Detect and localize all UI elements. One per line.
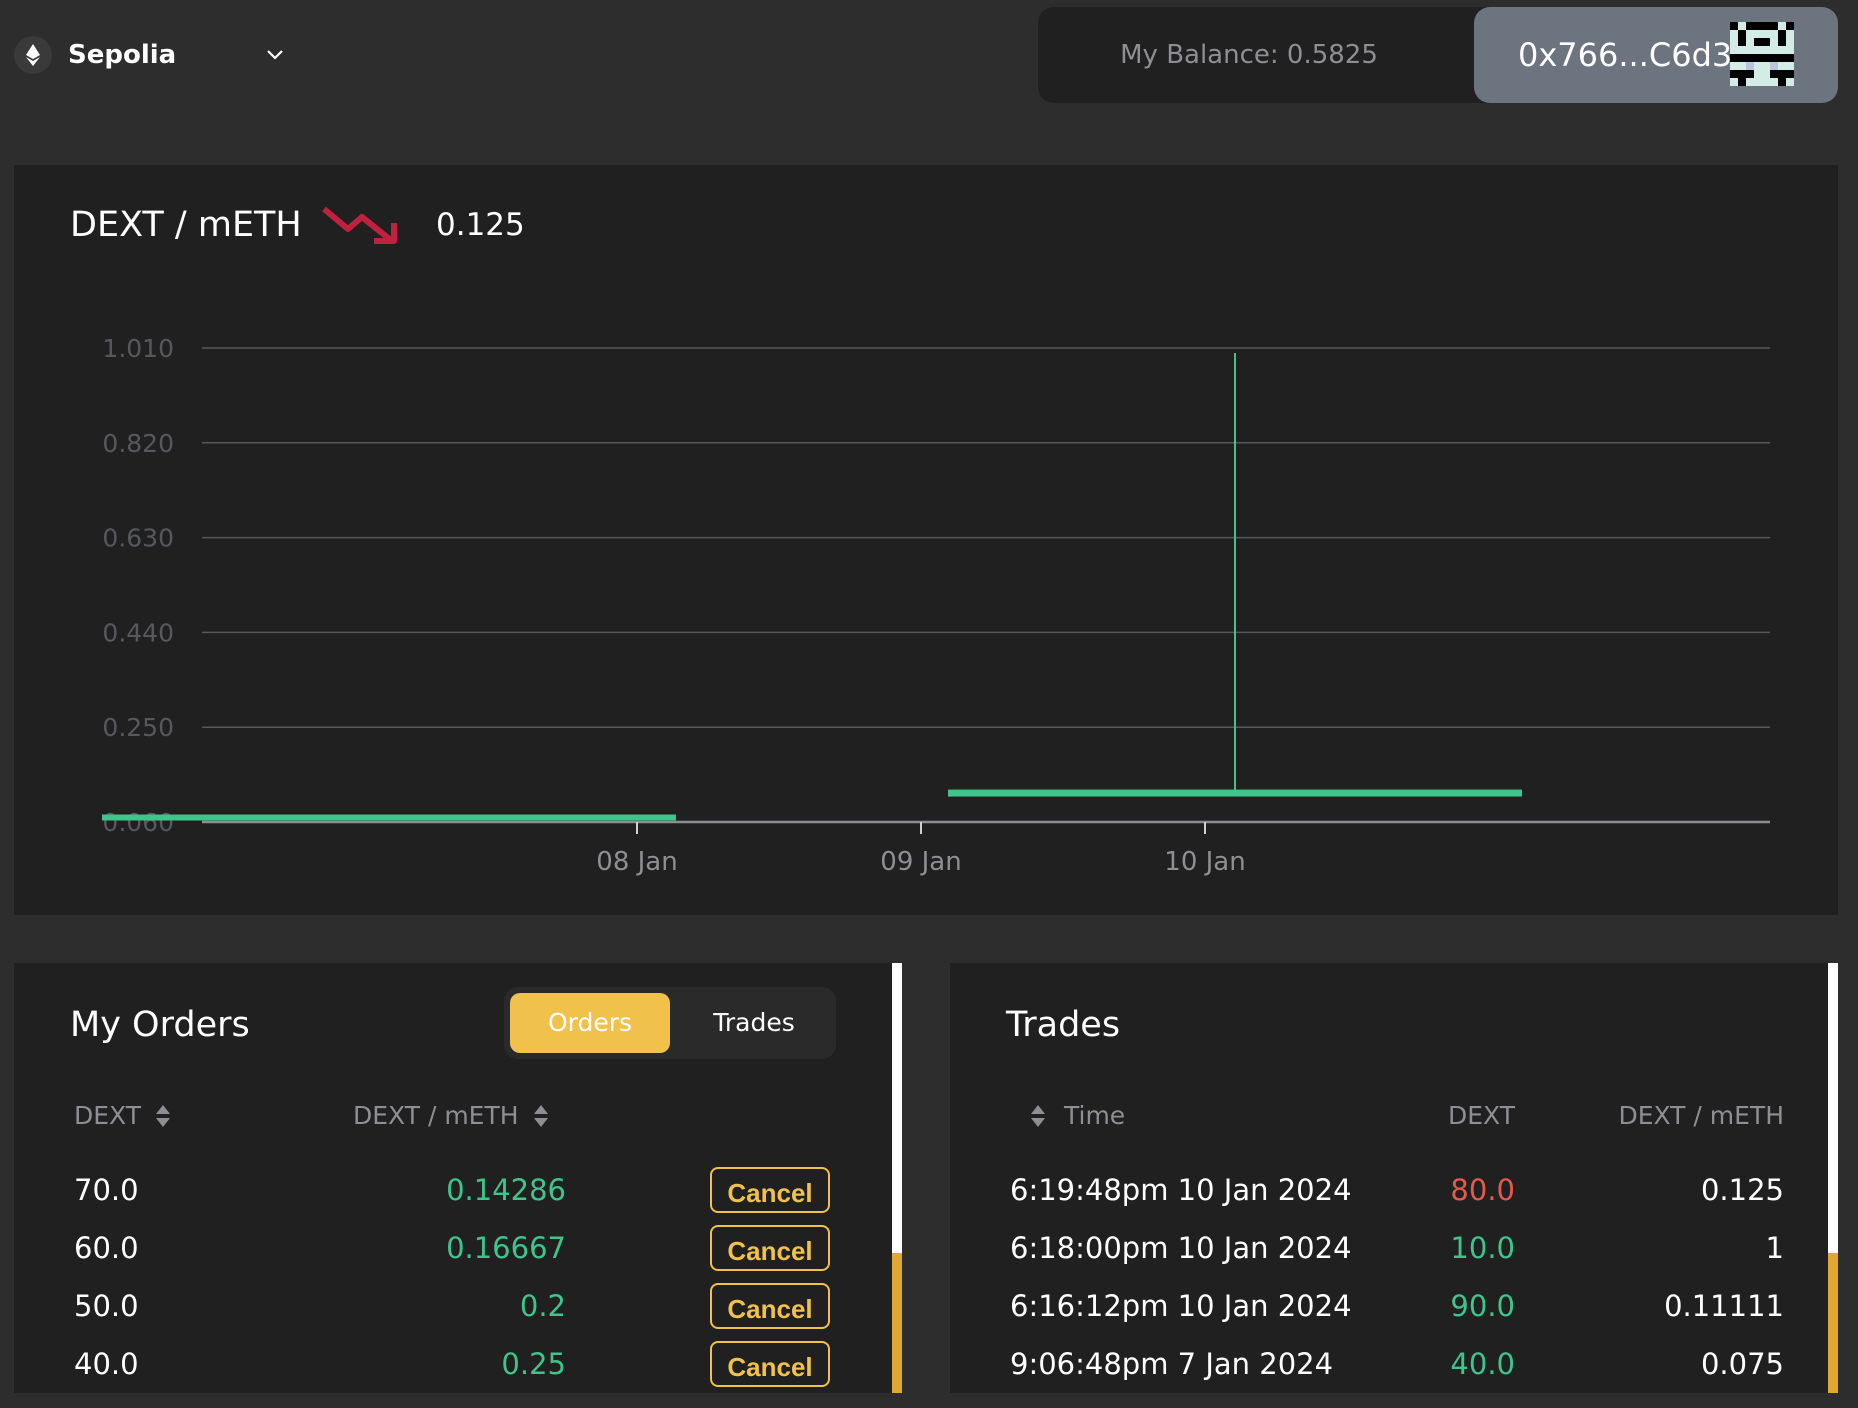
- sort-icon: [156, 1104, 171, 1127]
- trades-panel: Trades Time DEXT DEXT / mETH 6:19:48pm 1…: [950, 963, 1838, 1393]
- column-header-price: DEXT / mETH: [1618, 1101, 1784, 1130]
- trade-time: 9:06:48pm 7 Jan 2024: [1010, 1347, 1334, 1381]
- scrollbar-thumb[interactable]: [1828, 1253, 1838, 1393]
- y-tick-label: 1.010: [102, 334, 174, 363]
- trade-row: 6:19:48pm 10 Jan 2024 80.0 0.125: [950, 1161, 1838, 1219]
- column-header-label: DEXT / mETH: [353, 1101, 519, 1130]
- order-row: 60.0 0.16667 Cancel: [14, 1219, 902, 1277]
- order-price: 0.25: [501, 1347, 566, 1381]
- y-tick-label: 0.060: [102, 808, 174, 837]
- column-header-amount[interactable]: DEXT: [74, 1101, 171, 1130]
- trade-row: 9:06:48pm 7 Jan 2024 40.0 0.075: [950, 1335, 1838, 1393]
- orders-trades-toggle: Orders Trades: [504, 987, 836, 1059]
- y-tick-label: 0.630: [102, 524, 174, 553]
- order-price: 0.2: [519, 1289, 566, 1323]
- x-tick-label: 09 Jan: [880, 847, 961, 877]
- trade-amount: 80.0: [1450, 1173, 1515, 1207]
- order-price: 0.16667: [446, 1231, 566, 1265]
- order-amount: 40.0: [74, 1347, 139, 1381]
- trade-amount: 10.0: [1450, 1231, 1515, 1265]
- orders-title: My Orders: [70, 1005, 250, 1045]
- balance-display: My Balance: 0.5825: [1120, 40, 1378, 70]
- sort-icon: [533, 1104, 548, 1127]
- ethereum-icon: [14, 36, 52, 74]
- orders-scrollbar[interactable]: [892, 963, 902, 1393]
- sort-icon: [1031, 1104, 1045, 1127]
- order-amount: 70.0: [74, 1173, 139, 1207]
- network-name: Sepolia: [68, 40, 177, 70]
- trade-amount: 90.0: [1450, 1289, 1515, 1323]
- candlestick-chart[interactable]: 1.010 0.820 0.630 0.440 0.250 0.060 08 Jan 09 J…: [14, 165, 1838, 915]
- price-chart-panel: DEXT / mETH 0.125 1.010 0.820 0.630 0.440 0.…: [14, 165, 1838, 915]
- trades-scrollbar[interactable]: [1828, 963, 1838, 1393]
- scrollbar-thumb[interactable]: [892, 1253, 902, 1393]
- order-row: 40.0 0.25 Cancel: [14, 1335, 902, 1393]
- order-row: 70.0 0.14286 Cancel: [14, 1161, 902, 1219]
- account-panel: My Balance: 0.5825 0x766...C6d3: [1038, 7, 1838, 103]
- candle-body: [102, 814, 676, 821]
- identicon-avatar: [1730, 22, 1794, 86]
- y-tick-label: 0.820: [102, 429, 174, 458]
- cancel-order-button[interactable]: Cancel: [710, 1225, 830, 1271]
- order-row: 50.0 0.2 Cancel: [14, 1277, 902, 1335]
- x-tick-label: 08 Jan: [596, 847, 677, 877]
- tab-orders[interactable]: Orders: [510, 993, 670, 1053]
- trade-time: 6:18:00pm 10 Jan 2024: [1010, 1231, 1352, 1265]
- trade-price: 0.11111: [1664, 1289, 1784, 1323]
- network-selector[interactable]: Sepolia: [14, 28, 283, 82]
- trade-price: 0.075: [1700, 1347, 1784, 1381]
- order-amount: 60.0: [74, 1231, 139, 1265]
- cancel-order-button[interactable]: Cancel: [710, 1167, 830, 1213]
- trade-time: 6:16:12pm 10 Jan 2024: [1010, 1289, 1352, 1323]
- my-orders-panel: My Orders Orders Trades DEXT DEXT / mETH…: [14, 963, 902, 1393]
- trade-price: 1: [1765, 1231, 1784, 1265]
- chevron-down-icon[interactable]: [264, 44, 286, 70]
- trade-amount: 40.0: [1450, 1347, 1515, 1381]
- account-address-button[interactable]: 0x766...C6d3: [1474, 7, 1838, 103]
- trade-time: 6:19:48pm 10 Jan 2024: [1010, 1173, 1352, 1207]
- column-header-label: Time: [1064, 1101, 1126, 1130]
- trade-row: 6:16:12pm 10 Jan 2024 90.0 0.11111: [950, 1277, 1838, 1335]
- tab-trades[interactable]: Trades: [678, 993, 830, 1053]
- trade-price: 0.125: [1700, 1173, 1784, 1207]
- cancel-order-button[interactable]: Cancel: [710, 1341, 830, 1387]
- trade-row: 6:18:00pm 10 Jan 2024 10.0 1: [950, 1219, 1838, 1277]
- order-price: 0.14286: [446, 1173, 566, 1207]
- order-amount: 50.0: [74, 1289, 139, 1323]
- y-tick-label: 0.440: [102, 618, 174, 647]
- column-header-time[interactable]: Time: [1030, 1101, 1125, 1130]
- y-tick-label: 0.250: [102, 713, 174, 742]
- account-address: 0x766...C6d3: [1518, 36, 1733, 74]
- x-tick-label: 10 Jan: [1164, 847, 1245, 877]
- column-header-amount: DEXT: [1447, 1101, 1515, 1130]
- candle-body: [948, 789, 1522, 797]
- trades-title: Trades: [1006, 1005, 1121, 1045]
- column-header-price[interactable]: DEXT / mETH: [353, 1101, 549, 1130]
- cancel-order-button[interactable]: Cancel: [710, 1283, 830, 1329]
- column-header-label: DEXT: [74, 1101, 142, 1130]
